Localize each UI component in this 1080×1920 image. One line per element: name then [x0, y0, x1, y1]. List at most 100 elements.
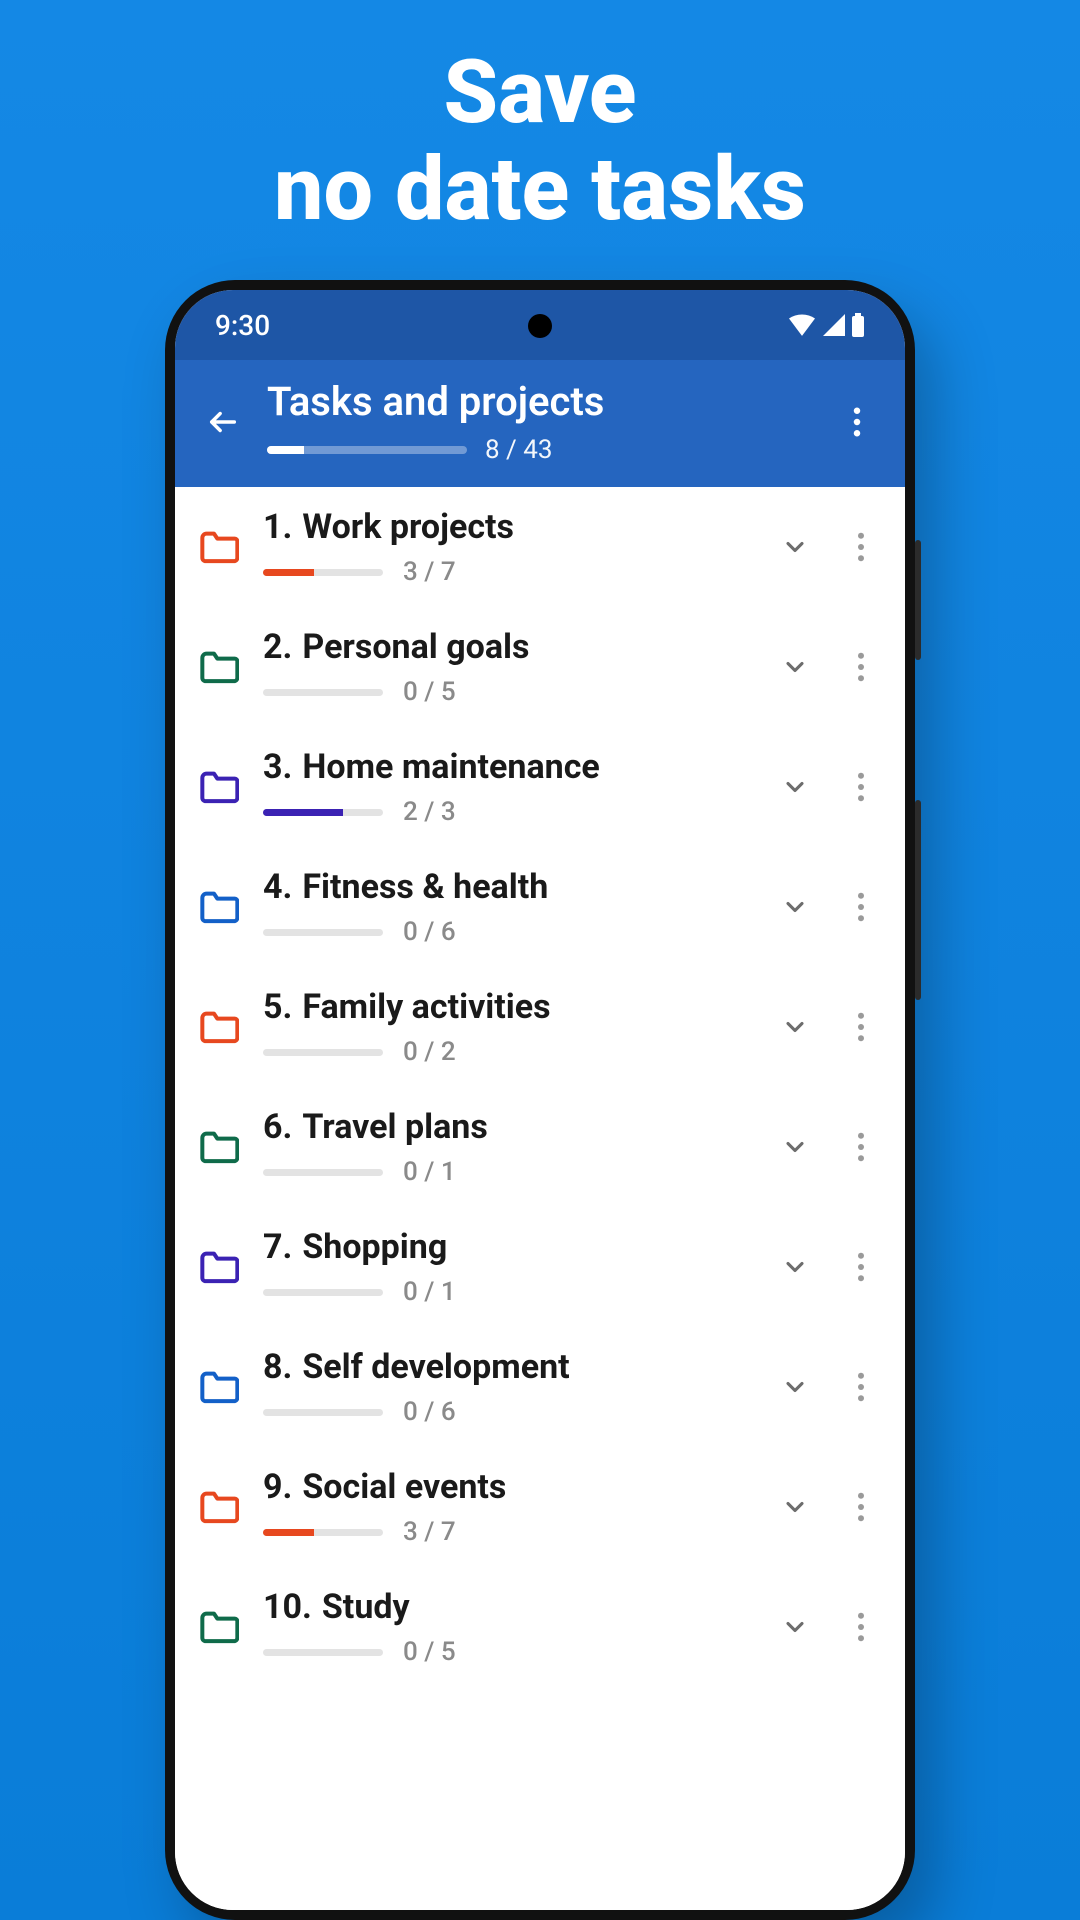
folder-icon — [197, 1485, 241, 1529]
folder-progress-count: 3 / 7 — [403, 557, 456, 587]
row-overflow-button[interactable] — [839, 765, 883, 809]
folder-number: 9. — [263, 1467, 292, 1507]
folder-icon — [197, 1005, 241, 1049]
folder-icon — [197, 525, 241, 569]
folder-progress-bar — [263, 569, 383, 576]
folder-name: Self development — [302, 1347, 569, 1387]
folder-name: Personal goals — [302, 627, 529, 667]
folder-progress-bar — [263, 929, 383, 936]
overall-progress-bar — [267, 446, 467, 454]
folder-row[interactable]: 7. Shopping 0 / 1 — [175, 1207, 905, 1327]
more-vert-icon — [857, 1492, 865, 1522]
folder-progress-count: 0 / 1 — [403, 1277, 456, 1307]
more-vert-icon — [857, 1132, 865, 1162]
more-vert-icon — [857, 772, 865, 802]
row-overflow-button[interactable] — [839, 1485, 883, 1529]
chevron-down-icon — [781, 1493, 809, 1521]
chevron-down-icon — [781, 653, 809, 681]
folder-number: 3. — [263, 747, 292, 787]
chevron-down-icon — [781, 773, 809, 801]
folder-icon — [197, 765, 241, 809]
expand-button[interactable] — [773, 1245, 817, 1289]
more-vert-icon — [857, 1372, 865, 1402]
hero-line-2: no date tasks — [0, 142, 1080, 239]
folder-name: Work projects — [302, 507, 514, 547]
overall-progress-count: 8 / 43 — [485, 435, 552, 465]
row-overflow-button[interactable] — [839, 525, 883, 569]
folder-row[interactable]: 9. Social events 3 / 7 — [175, 1447, 905, 1567]
folder-name: Home maintenance — [302, 747, 599, 787]
folder-number: 5. — [263, 987, 292, 1027]
chevron-down-icon — [781, 1253, 809, 1281]
device-side-button — [915, 800, 921, 1000]
expand-button[interactable] — [773, 645, 817, 689]
folder-progress-fill — [263, 809, 343, 816]
battery-icon — [851, 313, 865, 337]
folder-number: 4. — [263, 867, 292, 907]
folder-icon — [197, 645, 241, 689]
folder-progress-count: 0 / 6 — [403, 1397, 456, 1427]
expand-button[interactable] — [773, 1005, 817, 1049]
folder-name: Social events — [302, 1467, 506, 1507]
folder-row[interactable]: 3. Home maintenance 2 / 3 — [175, 727, 905, 847]
more-vert-icon — [857, 892, 865, 922]
folder-row[interactable]: 5. Family activities 0 / 2 — [175, 967, 905, 1087]
folder-progress-fill — [263, 569, 314, 576]
folder-list[interactable]: 1. Work projects 3 / 7 2. Personal goals — [175, 487, 905, 1910]
overall-progress-fill — [267, 446, 304, 454]
more-vert-icon — [857, 532, 865, 562]
more-vert-icon — [853, 407, 861, 437]
folder-number: 10. — [263, 1587, 312, 1627]
status-time: 9:30 — [215, 309, 270, 342]
folder-icon — [197, 1245, 241, 1289]
expand-button[interactable] — [773, 525, 817, 569]
expand-button[interactable] — [773, 765, 817, 809]
hero-line-1: Save — [0, 45, 1080, 142]
expand-button[interactable] — [773, 1485, 817, 1529]
folder-icon — [197, 885, 241, 929]
more-vert-icon — [857, 652, 865, 682]
screen: 9:30 — [175, 290, 905, 1910]
device-side-button — [915, 540, 921, 660]
folder-progress-bar — [263, 1169, 383, 1176]
arrow-left-icon — [206, 405, 240, 439]
folder-progress-count: 2 / 3 — [403, 797, 456, 827]
folder-number: 8. — [263, 1347, 292, 1387]
folder-row[interactable]: 4. Fitness & health 0 / 6 — [175, 847, 905, 967]
expand-button[interactable] — [773, 885, 817, 929]
row-overflow-button[interactable] — [839, 1125, 883, 1169]
folder-number: 1. — [263, 507, 292, 547]
row-overflow-button[interactable] — [839, 1005, 883, 1049]
expand-button[interactable] — [773, 1365, 817, 1409]
row-overflow-button[interactable] — [839, 645, 883, 689]
folder-icon — [197, 1125, 241, 1169]
row-overflow-button[interactable] — [839, 1245, 883, 1289]
row-overflow-button[interactable] — [839, 1365, 883, 1409]
device-frame: 9:30 — [165, 280, 915, 1920]
chevron-down-icon — [781, 1133, 809, 1161]
folder-name: Fitness & health — [302, 867, 548, 907]
status-icons — [789, 313, 865, 337]
folder-row[interactable]: 6. Travel plans 0 / 1 — [175, 1087, 905, 1207]
row-overflow-button[interactable] — [839, 1605, 883, 1649]
back-button[interactable] — [199, 398, 247, 446]
folder-row[interactable]: 10. Study 0 / 5 — [175, 1567, 905, 1687]
folder-row[interactable]: 2. Personal goals 0 / 5 — [175, 607, 905, 727]
expand-button[interactable] — [773, 1125, 817, 1169]
chevron-down-icon — [781, 1013, 809, 1041]
folder-number: 7. — [263, 1227, 292, 1267]
folder-row[interactable]: 1. Work projects 3 / 7 — [175, 487, 905, 607]
row-overflow-button[interactable] — [839, 885, 883, 929]
expand-button[interactable] — [773, 1605, 817, 1649]
folder-number: 6. — [263, 1107, 292, 1147]
folder-progress-bar — [263, 1409, 383, 1416]
overflow-menu-button[interactable] — [833, 398, 881, 446]
chevron-down-icon — [781, 533, 809, 561]
folder-row[interactable]: 8. Self development 0 / 6 — [175, 1327, 905, 1447]
folder-progress-bar — [263, 1049, 383, 1056]
signal-icon — [821, 314, 845, 336]
folder-progress-count: 0 / 5 — [403, 677, 456, 707]
chevron-down-icon — [781, 1373, 809, 1401]
folder-progress-bar — [263, 809, 383, 816]
folder-name: Travel plans — [302, 1107, 487, 1147]
